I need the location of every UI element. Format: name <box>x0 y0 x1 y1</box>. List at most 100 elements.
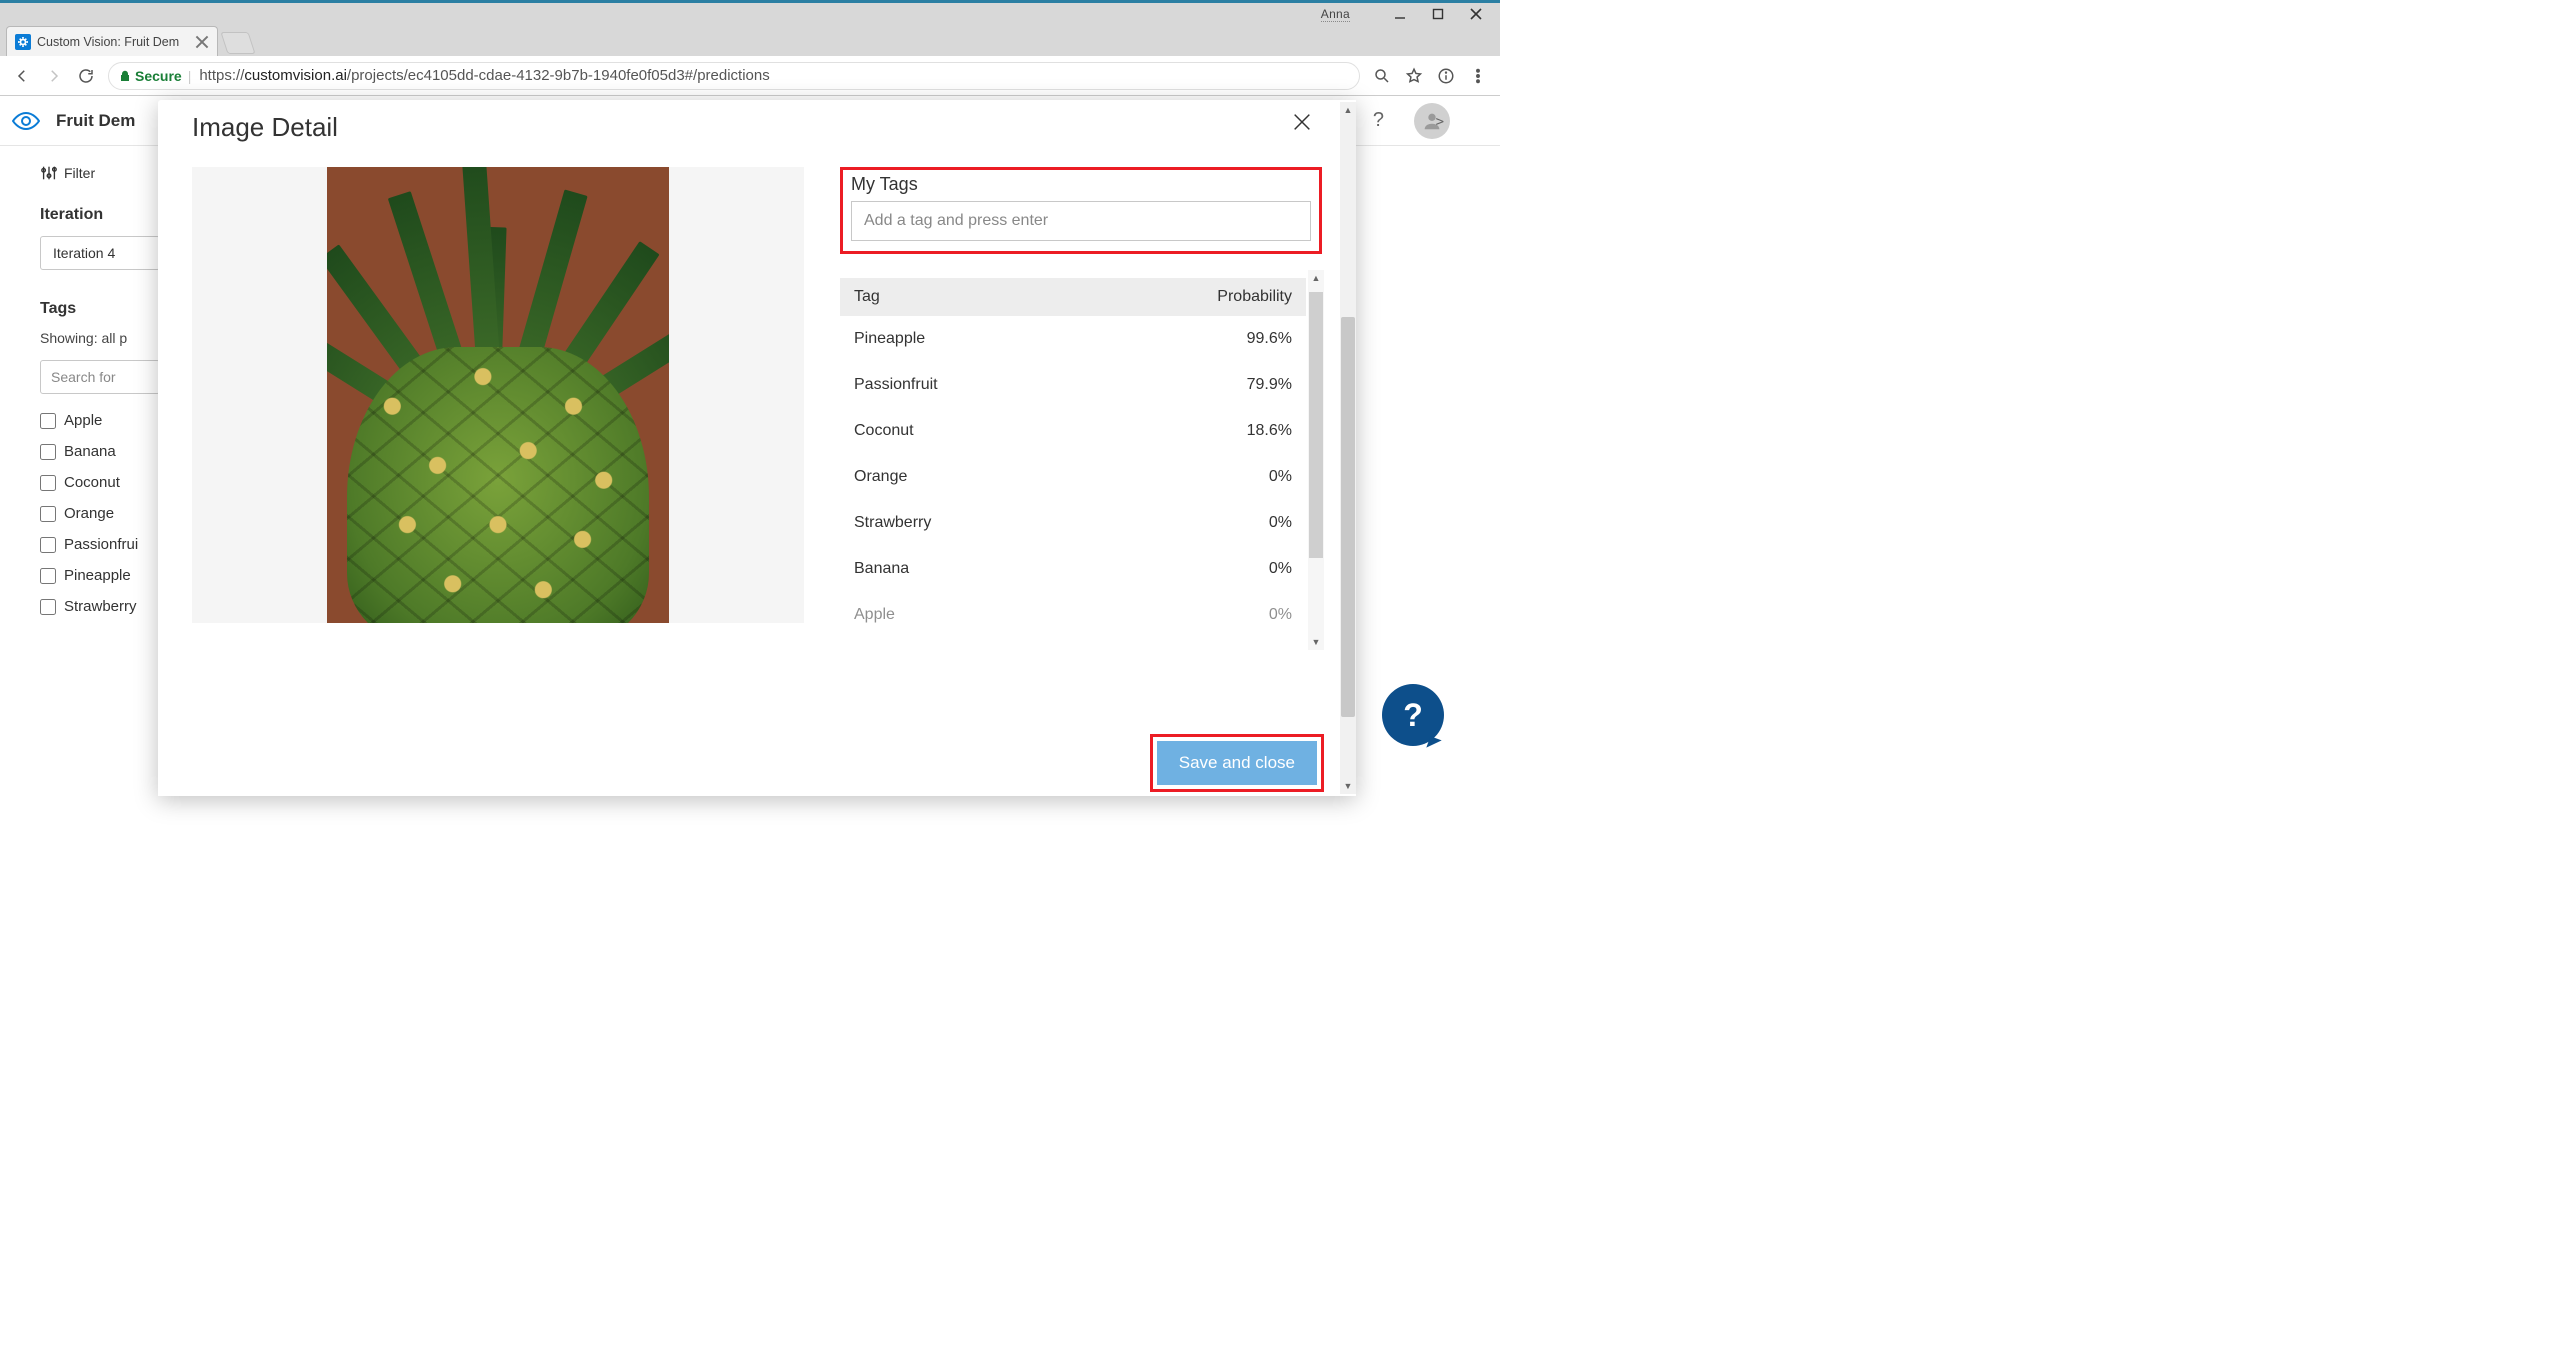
tag-checkbox-item[interactable]: Strawberry <box>40 598 160 615</box>
table-row: Pineapple99.6% <box>840 316 1306 362</box>
iteration-select[interactable]: Iteration 4 <box>40 236 160 270</box>
cell-probability: 18.6% <box>1083 408 1306 454</box>
table-scrollbar[interactable]: ▲ ▼ <box>1308 270 1324 650</box>
zoom-icon[interactable] <box>1366 60 1398 92</box>
new-tab-button[interactable] <box>220 32 255 54</box>
tag-checkbox-item[interactable]: Passionfrui <box>40 536 160 553</box>
triangle-down-icon[interactable]: ▼ <box>1340 778 1356 794</box>
tag-checkbox-item[interactable]: Banana <box>40 443 160 460</box>
browser-tab[interactable]: Custom Vision: Fruit Dem <box>6 26 218 56</box>
back-button[interactable] <box>6 60 38 92</box>
tag-checkbox-label: Strawberry <box>64 598 137 615</box>
showing-text: Showing: all p <box>40 330 160 346</box>
my-tags-label: My Tags <box>851 174 1311 195</box>
modal-title: Image Detail <box>158 100 1356 143</box>
window-titlebar: Anna <box>0 0 1500 24</box>
cell-probability: 0% <box>1083 592 1306 638</box>
eye-icon <box>10 105 42 137</box>
tag-checkbox-item[interactable]: Apple <box>40 412 160 429</box>
save-button-highlight: Save and close <box>1150 734 1324 792</box>
add-tag-input[interactable] <box>851 201 1311 241</box>
table-row: Coconut18.6% <box>840 408 1306 454</box>
scroll-thumb[interactable] <box>1341 317 1355 717</box>
image-detail-modal: ▲ ▼ Image Detail My Tags ▲ <box>158 100 1356 796</box>
tag-checkbox-label: Banana <box>64 443 116 460</box>
cell-probability: 0% <box>1083 454 1306 500</box>
url-text: https://customvision.ai/projects/ec4105d… <box>199 67 769 84</box>
tag-checkbox[interactable] <box>40 506 56 522</box>
browser-toolbar: Secure | https://customvision.ai/project… <box>0 56 1500 96</box>
tag-checkbox[interactable] <box>40 537 56 553</box>
window-minimize-button[interactable] <box>1382 4 1418 24</box>
triangle-up-icon[interactable]: ▲ <box>1308 270 1324 286</box>
cell-tag: Strawberry <box>840 500 1083 546</box>
col-tag[interactable]: Tag <box>840 278 1083 316</box>
tag-checkbox-label: Orange <box>64 505 114 522</box>
lock-icon: Secure <box>119 68 182 84</box>
window-maximize-button[interactable] <box>1420 4 1456 24</box>
close-icon[interactable] <box>195 35 209 49</box>
cell-tag: Apple <box>840 592 1083 638</box>
tag-checkbox-item[interactable]: Orange <box>40 505 160 522</box>
tag-search-input[interactable]: Search for <box>40 360 160 394</box>
tag-checkbox-label: Coconut <box>64 474 120 491</box>
iteration-heading: Iteration <box>40 206 160 224</box>
save-and-close-button[interactable]: Save and close <box>1157 741 1317 785</box>
triangle-up-icon[interactable]: ▲ <box>1340 102 1356 118</box>
kebab-menu-icon[interactable] <box>1462 60 1494 92</box>
info-icon[interactable] <box>1430 60 1462 92</box>
browser-tab-title: Custom Vision: Fruit Dem <box>37 35 191 49</box>
project-name: Fruit Dem <box>56 111 135 131</box>
sliders-icon <box>40 164 58 182</box>
tag-checkbox[interactable] <box>40 599 56 615</box>
cell-probability: 99.6% <box>1083 316 1306 362</box>
tags-heading: Tags <box>40 300 160 318</box>
tag-checkbox[interactable] <box>40 444 56 460</box>
cell-probability: 0% <box>1083 500 1306 546</box>
forward-button[interactable] <box>38 60 70 92</box>
table-row: Banana0% <box>840 546 1306 592</box>
cell-tag: Banana <box>840 546 1083 592</box>
tag-checkbox[interactable] <box>40 413 56 429</box>
tag-checkbox-item[interactable]: Coconut <box>40 474 160 491</box>
table-row: Orange0% <box>840 454 1306 500</box>
tag-checkbox-label: Pineapple <box>64 567 131 584</box>
col-probability[interactable]: Probability <box>1083 278 1306 316</box>
tag-checkbox[interactable] <box>40 475 56 491</box>
modal-scrollbar[interactable]: ▲ ▼ <box>1340 102 1356 794</box>
secure-label: Secure <box>135 68 182 84</box>
help-fab[interactable]: ? <box>1382 684 1444 746</box>
my-tags-highlight: My Tags <box>840 167 1322 254</box>
cell-tag: Pineapple <box>840 316 1083 362</box>
cell-tag: Orange <box>840 454 1083 500</box>
help-icon[interactable]: ? <box>1373 109 1384 132</box>
sidebar: Filter Iteration Iteration 4 Tags Showin… <box>0 146 160 800</box>
table-row: Passionfruit79.9% <box>840 362 1306 408</box>
predictions-table-wrap: ▲ ▼ Tag Probability Pineapple99.6%Passio… <box>840 278 1322 638</box>
filter-button[interactable]: Filter <box>40 164 160 182</box>
cell-tag: Coconut <box>840 408 1083 454</box>
tag-checkbox-item[interactable]: Pineapple <box>40 567 160 584</box>
tag-checkbox-label: Passionfrui <box>64 536 138 553</box>
address-bar[interactable]: Secure | https://customvision.ai/project… <box>108 62 1360 90</box>
cell-probability: 79.9% <box>1083 362 1306 408</box>
table-row: Apple0% <box>840 592 1306 638</box>
browser-tabstrip: Custom Vision: Fruit Dem <box>0 24 1500 56</box>
window-close-button[interactable] <box>1458 4 1494 24</box>
table-row: Strawberry0% <box>840 500 1306 546</box>
filter-label: Filter <box>64 165 95 181</box>
tag-checkbox-label: Apple <box>64 412 102 429</box>
scroll-thumb[interactable] <box>1309 292 1323 558</box>
modal-close-button[interactable] <box>1288 108 1316 136</box>
cell-tag: Passionfruit <box>840 362 1083 408</box>
star-icon[interactable] <box>1398 60 1430 92</box>
avatar[interactable] <box>1414 103 1450 139</box>
pineapple-image <box>327 167 669 623</box>
tag-list: Apple Banana Coconut Orange Passionfrui Pinea… <box>40 412 160 615</box>
image-preview <box>192 167 804 623</box>
triangle-down-icon[interactable]: ▼ <box>1308 634 1324 650</box>
tag-checkbox[interactable] <box>40 568 56 584</box>
window-user-label: Anna <box>1321 7 1350 21</box>
chevron-right-icon[interactable]: > <box>1436 114 1444 130</box>
reload-button[interactable] <box>70 60 102 92</box>
